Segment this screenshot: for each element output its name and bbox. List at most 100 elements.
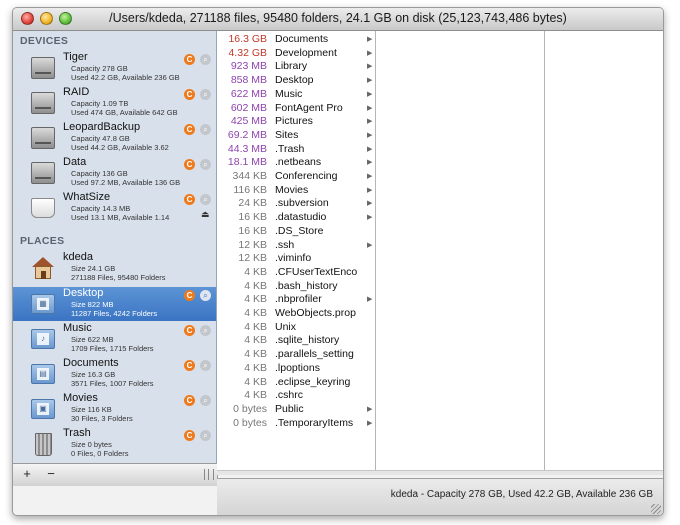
file-row[interactable]: 4 KB .parallels_setting: [217, 348, 375, 362]
file-row[interactable]: 923 MB Library ▶: [217, 60, 375, 74]
reveal-magnifier-icon[interactable]: ⌕: [200, 194, 211, 205]
disclosure-arrow-icon[interactable]: ▶: [367, 293, 372, 307]
scan-icon[interactable]: C: [184, 360, 195, 371]
file-row[interactable]: 16.3 GB Documents ▶: [217, 33, 375, 47]
disclosure-arrow-icon[interactable]: ▶: [367, 129, 372, 143]
file-row[interactable]: 4 KB .CFUserTextEnco: [217, 266, 375, 280]
file-size: 4 KB: [244, 334, 267, 347]
sidebar-place-desktop[interactable]: ▦ Desktop Size 822 MB 11287 Files, 4242 …: [13, 287, 216, 321]
file-row[interactable]: 116 KB Movies ▶: [217, 184, 375, 198]
file-row[interactable]: 0 bytes Public ▶: [217, 403, 375, 417]
sidebar-place-music[interactable]: ♪ Music Size 622 MB 1709 Files, 1715 Fol…: [13, 322, 216, 356]
file-name: FontAgent Pro: [275, 101, 343, 114]
disclosure-arrow-icon[interactable]: ▶: [367, 47, 372, 61]
file-row[interactable]: 44.3 MB .Trash ▶: [217, 143, 375, 157]
disclosure-arrow-icon[interactable]: ▶: [367, 88, 372, 102]
file-row[interactable]: 16 KB .datastudio ▶: [217, 211, 375, 225]
disclosure-arrow-icon[interactable]: ▶: [367, 143, 372, 157]
reveal-magnifier-icon[interactable]: ⌕: [200, 159, 211, 170]
sidebar-device-tiger[interactable]: Tiger Capacity 278 GB Used 42.2 GB, Avai…: [13, 51, 216, 85]
disclosure-arrow-icon[interactable]: ▶: [367, 170, 372, 184]
sidebar-place-movies[interactable]: ▣ Movies Size 116 KB 30 Files, 3 Folders…: [13, 392, 216, 426]
file-name: .lpoptions: [275, 361, 320, 374]
file-size: 4.32 GB: [228, 46, 267, 59]
scan-icon[interactable]: C: [184, 89, 195, 100]
file-browser-column-empty: [376, 31, 545, 473]
disclosure-arrow-icon[interactable]: ▶: [367, 102, 372, 116]
file-row[interactable]: 12 KB .viminfo: [217, 252, 375, 266]
file-row[interactable]: 858 MB Desktop ▶: [217, 74, 375, 88]
disclosure-arrow-icon[interactable]: ▶: [367, 403, 372, 417]
file-row[interactable]: 4 KB .bash_history: [217, 280, 375, 294]
file-size: 344 KB: [232, 170, 267, 182]
title-bar[interactable]: /Users/kdeda, 271188 files, 95480 folder…: [13, 8, 663, 31]
file-row[interactable]: 4 KB .sqlite_history: [217, 334, 375, 348]
file-row[interactable]: 344 KB Conferencing ▶: [217, 170, 375, 184]
reveal-magnifier-icon[interactable]: ⌕: [200, 325, 211, 336]
disclosure-arrow-icon[interactable]: ▶: [367, 33, 372, 47]
place-counts: 0 Files, 0 Folders: [71, 449, 129, 458]
scan-icon[interactable]: C: [184, 325, 195, 336]
sidebar-place-documents[interactable]: ▤ Documents Size 16.3 GB 3571 Files, 100…: [13, 357, 216, 391]
file-row[interactable]: 12 KB .ssh ▶: [217, 239, 375, 253]
file-row[interactable]: 24 KB .subversion ▶: [217, 197, 375, 211]
disclosure-arrow-icon[interactable]: ▶: [367, 60, 372, 74]
horizontal-scrollbar[interactable]: [217, 470, 663, 475]
file-row[interactable]: 16 KB .DS_Store: [217, 225, 375, 239]
file-row[interactable]: 4 KB .eclipse_keyring: [217, 376, 375, 390]
scan-icon[interactable]: C: [184, 290, 195, 301]
reveal-magnifier-icon[interactable]: ⌕: [200, 360, 211, 371]
disclosure-arrow-icon[interactable]: ▶: [367, 211, 372, 225]
file-row[interactable]: 4 KB .nbprofiler ▶: [217, 293, 375, 307]
sidebar-place-trash[interactable]: Trash Size 0 bytes 0 Files, 0 Folders C …: [13, 427, 216, 461]
sidebar-place-kdeda[interactable]: kdeda Size 24.1 GB 271188 Files, 95480 F…: [13, 251, 216, 285]
sidebar-device-leopardbackup[interactable]: LeopardBackup Capacity 47.8 GB Used 44.2…: [13, 121, 216, 155]
eject-icon[interactable]: ⏏: [201, 209, 210, 220]
sidebar-device-whatsize[interactable]: WhatSize Capacity 14.3 MB Used 13.1 MB, …: [13, 191, 216, 225]
reveal-magnifier-icon[interactable]: ⌕: [200, 395, 211, 406]
scan-icon[interactable]: C: [184, 124, 195, 135]
scan-icon[interactable]: C: [184, 395, 195, 406]
disclosure-arrow-icon[interactable]: ▶: [367, 156, 372, 170]
sidebar-device-data[interactable]: Data Capacity 136 GB Used 97.2 MB, Avail…: [13, 156, 216, 190]
file-row[interactable]: 4 KB .lpoptions: [217, 362, 375, 376]
file-size: 4 KB: [244, 375, 267, 388]
reveal-magnifier-icon[interactable]: ⌕: [200, 290, 211, 301]
disclosure-arrow-icon[interactable]: ▶: [367, 115, 372, 129]
disclosure-arrow-icon[interactable]: ▶: [367, 74, 372, 88]
scan-icon[interactable]: C: [184, 430, 195, 441]
file-row[interactable]: 602 MB FontAgent Pro ▶: [217, 102, 375, 116]
file-row[interactable]: 622 MB Music ▶: [217, 88, 375, 102]
file-row[interactable]: 4 KB Unix: [217, 321, 375, 335]
file-size: 116 KB: [233, 183, 267, 196]
sidebar-resize-handle[interactable]: [204, 469, 214, 480]
reveal-magnifier-icon[interactable]: ⌕: [200, 124, 211, 135]
file-row[interactable]: 0 bytes .TemporaryItems ▶: [217, 417, 375, 431]
scan-icon[interactable]: C: [184, 194, 195, 205]
reveal-magnifier-icon[interactable]: ⌕: [200, 89, 211, 100]
disclosure-arrow-icon[interactable]: ▶: [367, 197, 372, 211]
music-folder-icon: ♪: [30, 325, 56, 351]
sidebar-device-raid[interactable]: RAID Capacity 1.09 TB Used 474 GB, Avail…: [13, 86, 216, 120]
file-row[interactable]: 4.32 GB Development ▶: [217, 47, 375, 61]
status-text: kdeda - Capacity 278 GB, Used 42.2 GB, A…: [390, 489, 653, 500]
remove-button[interactable]: −: [41, 467, 61, 482]
file-row[interactable]: 69.2 MB Sites ▶: [217, 129, 375, 143]
add-button[interactable]: +: [17, 467, 37, 482]
disclosure-arrow-icon[interactable]: ▶: [367, 184, 372, 198]
reveal-magnifier-icon[interactable]: ⌕: [200, 54, 211, 65]
scan-icon[interactable]: C: [184, 54, 195, 65]
file-row[interactable]: 425 MB Pictures ▶: [217, 115, 375, 129]
file-size: 4 KB: [244, 320, 267, 333]
reveal-magnifier-icon[interactable]: ⌕: [200, 430, 211, 441]
window-resize-grip[interactable]: [651, 504, 661, 514]
place-name: Desktop: [63, 287, 104, 299]
disclosure-arrow-icon[interactable]: ▶: [367, 417, 372, 431]
file-name: Conferencing: [275, 170, 338, 182]
file-row[interactable]: 4 KB WebObjects.prop: [217, 307, 375, 321]
file-name: .CFUserTextEnco: [275, 265, 358, 278]
file-row[interactable]: 18.1 MB .netbeans ▶: [217, 156, 375, 170]
disclosure-arrow-icon[interactable]: ▶: [367, 239, 372, 253]
scan-icon[interactable]: C: [184, 159, 195, 170]
file-row[interactable]: 4 KB .cshrc: [217, 389, 375, 403]
